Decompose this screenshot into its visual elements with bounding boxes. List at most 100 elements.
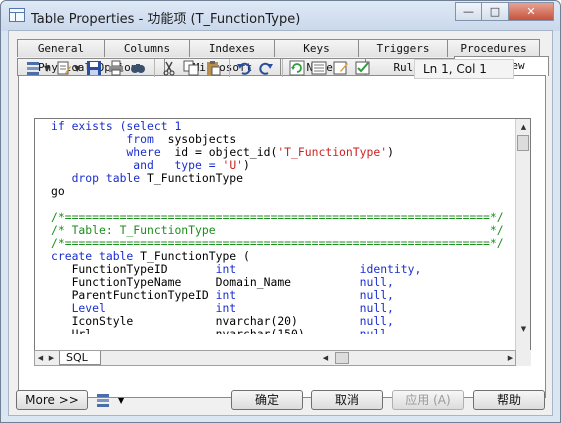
tab-indexes[interactable]: Indexes <box>189 39 275 57</box>
code-token: sysobjects <box>167 132 237 146</box>
code-token: 'U' <box>222 158 244 172</box>
cut-icon[interactable] <box>159 58 179 78</box>
properties-menu-icon[interactable] <box>96 392 112 408</box>
view-icon[interactable] <box>309 58 329 78</box>
properties-dropdown-icon[interactable] <box>24 58 44 78</box>
vertical-scrollbar[interactable]: ▲ ▼ <box>515 119 530 350</box>
horizontal-scrollbar[interactable]: ◀ ▶ <box>320 351 516 365</box>
edit-icon[interactable] <box>331 58 351 78</box>
code-token: create table <box>51 249 141 263</box>
code-token: ParentFunctionTypeID <box>51 288 216 302</box>
tab-procedures[interactable]: Procedures <box>447 39 540 57</box>
editor-tab-bar: ◀ ▶ SQL ◀ ▶ <box>34 350 516 366</box>
properties-window: Table Properties - 功能项 (T_FunctionType) … <box>0 0 561 423</box>
undo-icon[interactable] <box>234 58 254 78</box>
tab-keys[interactable]: Keys <box>274 39 359 57</box>
code-token: null, <box>359 327 394 335</box>
scroll-down-icon[interactable]: ▼ <box>516 321 530 336</box>
code-token: int <box>215 288 237 302</box>
code-token: Level <box>51 301 216 315</box>
first-tab-icon[interactable]: ◀ <box>35 351 46 365</box>
save-icon[interactable] <box>84 58 104 78</box>
code-token: identity, <box>359 262 422 276</box>
chevron-down-icon[interactable]: ▼ <box>118 396 124 405</box>
scroll-thumb[interactable] <box>335 352 349 364</box>
scroll-right-icon[interactable]: ▶ <box>505 351 516 365</box>
code-token: int <box>215 301 237 315</box>
code-token: null, <box>359 288 394 302</box>
scroll-corner <box>516 350 531 366</box>
code-token: IconStyle <box>51 314 216 328</box>
code-token: FunctionTypeID <box>51 262 216 276</box>
code-token: FunctionTypeName <box>51 275 216 289</box>
tab-row-top: General Columns Indexes Keys Triggers Pr… <box>17 39 540 57</box>
cancel-button[interactable]: 取消 <box>311 390 383 410</box>
help-button[interactable]: 帮助 <box>473 390 545 410</box>
code-line[interactable]: drop table T_FunctionType <box>51 172 517 185</box>
title-bar[interactable]: Table Properties - 功能项 (T_FunctionType) … <box>1 1 560 31</box>
code-token: where <box>51 145 175 159</box>
redo-icon[interactable] <box>256 58 276 78</box>
window-title: Table Properties - 功能项 (T_FunctionType) <box>31 12 301 27</box>
code-token: Domain_Name <box>215 275 360 289</box>
code-line[interactable]: Url nvarchar(150) null, <box>51 327 517 335</box>
chevron-down-icon[interactable]: ▼ <box>44 64 50 73</box>
code-token: T_FunctionType ( <box>140 249 250 263</box>
tab-columns[interactable]: Columns <box>104 39 190 57</box>
code-token: id = object_id( <box>174 145 278 159</box>
sql-code[interactable]: if exists (select 1 from sysobjects wher… <box>35 120 517 334</box>
code-token: ) <box>387 145 394 159</box>
code-token: /* Table: T_FunctionType */ <box>51 223 504 237</box>
code-token: nvarchar(20) <box>215 314 360 328</box>
scroll-thumb[interactable] <box>517 135 529 151</box>
code-token: null, <box>359 275 394 289</box>
check-icon[interactable] <box>353 58 373 78</box>
code-token: go <box>51 184 65 198</box>
code-token: ) <box>243 158 250 172</box>
tab-general[interactable]: General <box>17 39 105 57</box>
paste-icon[interactable] <box>203 58 223 78</box>
code-token: T_FunctionType <box>147 171 244 185</box>
more-button[interactable]: More >> <box>16 390 88 410</box>
copy-icon[interactable] <box>181 58 201 78</box>
cursor-position-label: Ln 1, Col 1 <box>414 59 514 79</box>
maximize-icon[interactable]: □ <box>482 2 509 21</box>
table-icon <box>9 8 25 22</box>
code-token: type = <box>174 158 223 172</box>
code-token: /*======================================… <box>51 210 504 224</box>
sql-preview-editor[interactable]: if exists (select 1 from sysobjects wher… <box>34 118 531 351</box>
refresh-icon[interactable] <box>287 58 307 78</box>
minimize-icon[interactable]: — <box>455 2 482 21</box>
find-icon[interactable] <box>128 58 148 78</box>
toolbar-separator <box>154 59 156 77</box>
scroll-up-icon[interactable]: ▲ <box>516 119 530 134</box>
code-token: /*======================================… <box>51 236 504 250</box>
toolbar-separator <box>229 59 231 77</box>
code-token: drop table <box>51 171 148 185</box>
code-token: Url <box>51 327 216 335</box>
close-icon[interactable]: ✕ <box>509 2 554 21</box>
code-token: null, <box>359 314 394 328</box>
window-controls: — □ ✕ <box>455 2 554 21</box>
code-token: null, <box>359 301 394 315</box>
toolbar-separator <box>282 59 284 77</box>
code-token: and <box>51 158 175 172</box>
scroll-left-icon[interactable]: ◀ <box>320 351 331 365</box>
code-token: int <box>215 262 237 276</box>
chevron-down-icon[interactable]: ▼ <box>74 64 80 73</box>
ok-button[interactable]: 确定 <box>231 390 303 410</box>
code-line[interactable]: go <box>51 185 517 198</box>
apply-button[interactable]: 应用 (A) <box>392 390 464 410</box>
code-token: 'T_FunctionType' <box>277 145 388 159</box>
code-token: nvarchar(150) <box>215 327 360 335</box>
menu-dropdown[interactable]: ▼ <box>96 392 124 408</box>
sql-tab[interactable]: SQL <box>59 351 101 365</box>
prev-tab-icon[interactable]: ▶ <box>46 351 57 365</box>
tab-triggers[interactable]: Triggers <box>358 39 448 57</box>
print-icon[interactable] <box>106 58 126 78</box>
code-token: from <box>51 132 168 146</box>
edit-dropdown-icon[interactable] <box>54 58 74 78</box>
